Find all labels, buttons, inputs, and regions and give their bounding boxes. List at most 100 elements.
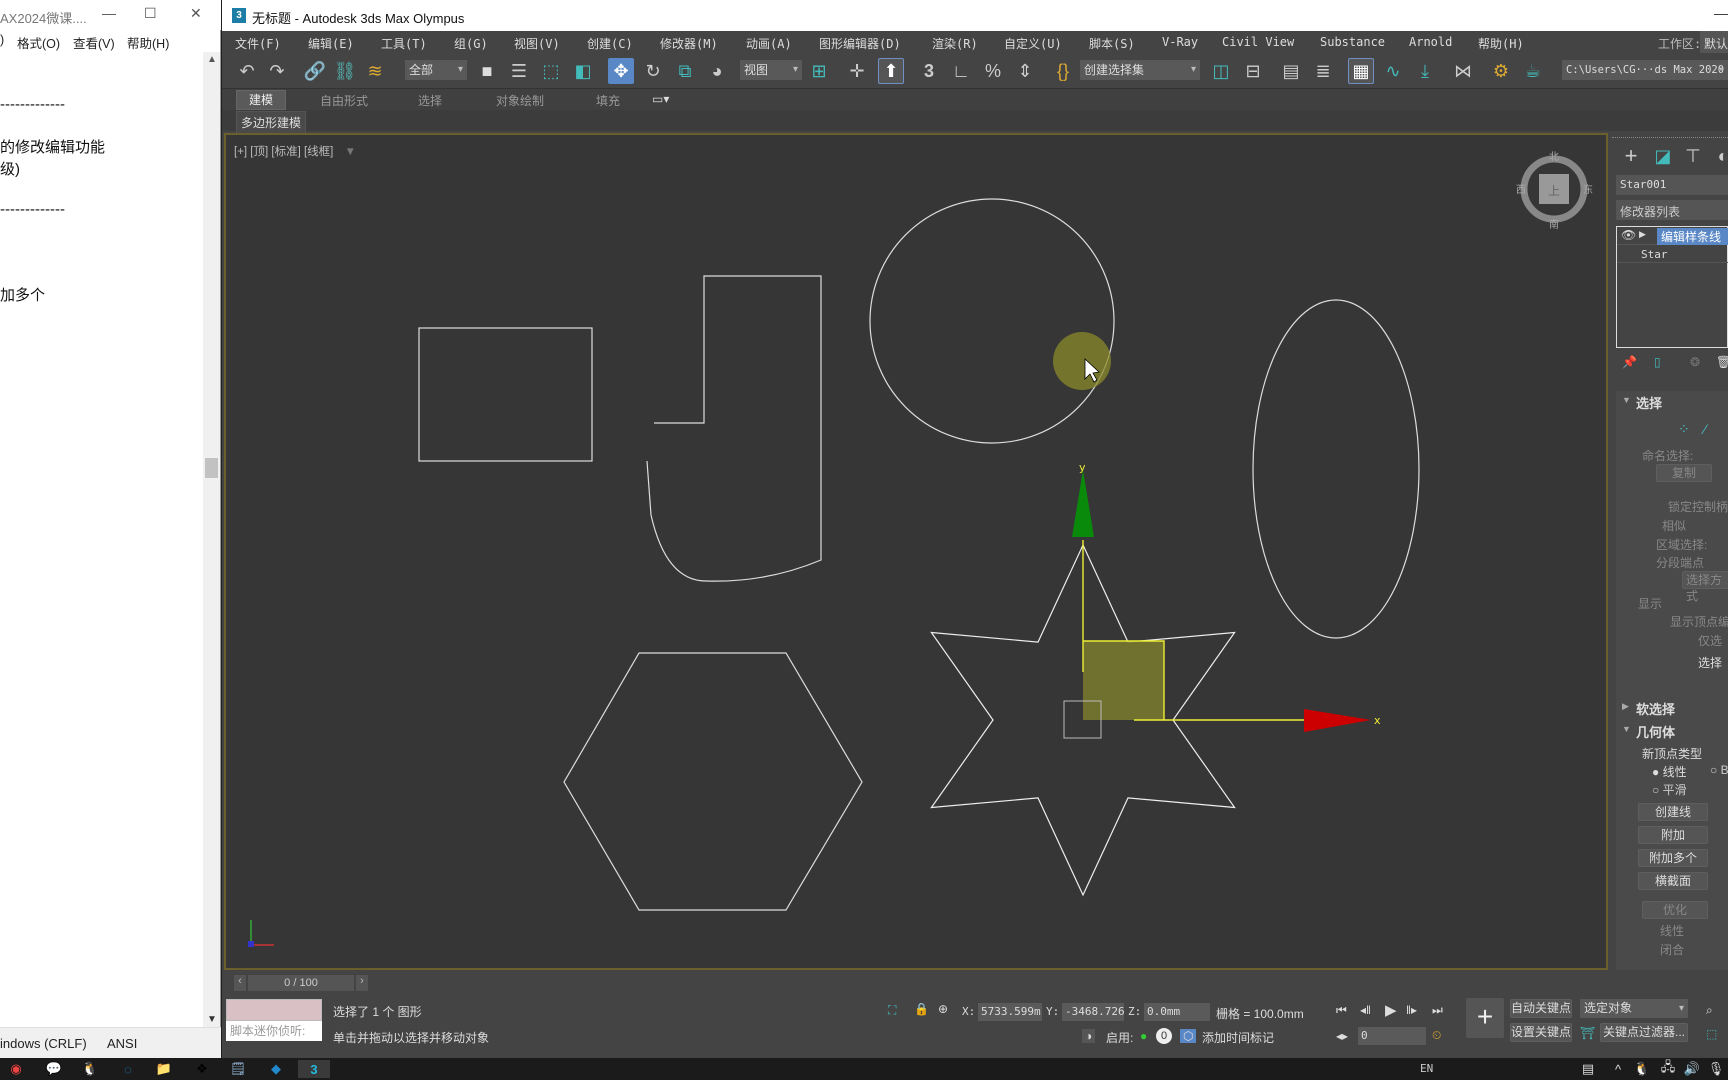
x-coordinate-field[interactable]: 5733.599m bbox=[978, 1003, 1042, 1021]
prev-key-icon[interactable]: ◂‖ bbox=[1360, 1003, 1371, 1017]
snaps-toggle-icon[interactable]: 3 bbox=[916, 58, 942, 84]
maxscript-listener[interactable] bbox=[226, 999, 322, 1021]
layer-explorer-icon[interactable]: ≣ bbox=[1310, 58, 1336, 84]
menu-edit[interactable]: ) bbox=[0, 33, 4, 47]
link-icon[interactable]: 🔗 bbox=[302, 58, 328, 84]
time-slider-thumb[interactable]: 0 / 100 bbox=[248, 975, 354, 991]
move-gizmo[interactable]: y x bbox=[1063, 461, 1381, 739]
menu-views[interactable]: 视图(V) bbox=[514, 35, 560, 52]
menu-create[interactable]: 创建(C) bbox=[587, 35, 633, 52]
hexagon-shape[interactable] bbox=[563, 652, 863, 911]
ribbon-options-icon[interactable]: ▭▾ bbox=[652, 92, 669, 106]
viewcube-east[interactable]: 东 bbox=[1583, 183, 1593, 196]
menu-format[interactable]: 格式(O) bbox=[17, 33, 60, 52]
vertex-mode-icon[interactable]: ⁘ bbox=[1678, 421, 1690, 438]
align-icon[interactable]: ⊟ bbox=[1240, 58, 1266, 84]
only-selected-checkbox[interactable]: 仅选 bbox=[1698, 632, 1722, 649]
isolate-selection-icon[interactable]: ⛶ bbox=[888, 1003, 896, 1018]
panel-grip[interactable] bbox=[1612, 137, 1728, 141]
key-mode-dropdown[interactable]: 选定对象 bbox=[1580, 999, 1688, 1018]
menu-animation[interactable]: 动画(A) bbox=[746, 35, 792, 52]
qq-tray-icon[interactable]: 🐧 bbox=[1630, 1060, 1654, 1078]
named-selection-dropdown[interactable]: 创建选择集 bbox=[1080, 60, 1200, 80]
curve-editor-icon[interactable]: ∿ bbox=[1380, 58, 1406, 84]
schematic-view-icon[interactable]: ⋈ bbox=[1450, 58, 1476, 84]
window-crossing-icon[interactable]: ◧ bbox=[570, 58, 596, 84]
collapse-arrow-icon[interactable]: ▼ bbox=[1622, 395, 1631, 405]
select-object-icon[interactable]: ■ bbox=[474, 58, 500, 84]
create-tab-icon[interactable]: + bbox=[1618, 143, 1644, 169]
gizmo-xy-plane[interactable] bbox=[1083, 641, 1164, 720]
maxscript-input[interactable]: 脚本迷你侦听: bbox=[226, 1021, 322, 1041]
menu-tools[interactable]: 工具(T) bbox=[381, 35, 427, 52]
percent-snap-icon[interactable]: % bbox=[980, 58, 1006, 84]
workspace-select[interactable]: 默认 bbox=[1700, 31, 1728, 53]
select-manipulate-icon[interactable]: ✛ bbox=[844, 58, 870, 84]
rendered-frame-window-icon[interactable]: ☕ bbox=[1520, 58, 1546, 84]
bezier-radio[interactable]: ○ B bbox=[1710, 763, 1728, 777]
select-and-place-icon[interactable]: ◕ bbox=[704, 58, 730, 84]
undo-icon[interactable]: ↶ bbox=[234, 58, 260, 84]
add-time-tag[interactable]: 添加时间标记 bbox=[1202, 1029, 1274, 1046]
linear-radio[interactable]: ● 线性 bbox=[1652, 763, 1687, 780]
show-hidden-icons[interactable]: ^ bbox=[1606, 1060, 1630, 1078]
menu-arnold[interactable]: Arnold bbox=[1409, 35, 1452, 49]
motion-tab-icon[interactable]: ◐ bbox=[1710, 143, 1728, 169]
viewport-top[interactable]: [+] [顶] [标准] [线框] ▼ y x 上 北 南 东 西 bbox=[224, 133, 1608, 970]
area-select-checkbox[interactable]: 区域选择: bbox=[1656, 536, 1707, 553]
unlink-icon[interactable]: ⛓ bbox=[332, 58, 358, 84]
menu-help[interactable]: 帮助(H) bbox=[1478, 35, 1524, 52]
volume-icon[interactable]: 🔊 bbox=[1680, 1060, 1704, 1078]
menu-edit[interactable]: 编辑(E) bbox=[308, 35, 354, 52]
modifier-list-dropdown[interactable]: 修改器列表 bbox=[1616, 200, 1728, 220]
remove-modifier-icon[interactable]: 🗑 bbox=[1716, 355, 1728, 369]
notepad-text-area[interactable]: ------------- 的修改编辑功能 级) ------------- 加… bbox=[0, 52, 202, 1017]
ribbon-tab-modeling[interactable]: 建模 bbox=[236, 90, 287, 110]
viewport-canvas[interactable]: y x 上 北 南 东 西 bbox=[226, 135, 1606, 968]
auto-key-button[interactable]: 自动关键点 bbox=[1510, 999, 1572, 1018]
scroll-up-icon[interactable]: ▲ bbox=[207, 54, 217, 65]
smooth-radio[interactable]: ○ 平滑 bbox=[1652, 781, 1687, 798]
menu-substance[interactable]: Substance bbox=[1320, 35, 1385, 49]
viewcube[interactable]: 上 北 南 东 西 bbox=[1516, 151, 1593, 231]
toggle-ribbon-icon[interactable]: ▦ bbox=[1348, 58, 1374, 84]
maximize-button[interactable]: ☐ bbox=[144, 5, 157, 22]
rect-selection-icon[interactable]: ⬚ bbox=[538, 58, 564, 84]
next-key-icon[interactable]: ‖▸ bbox=[1406, 1003, 1417, 1017]
rectangle-shape[interactable] bbox=[418, 327, 593, 462]
play-icon[interactable]: ▶ bbox=[1385, 1001, 1397, 1019]
zoom-icon[interactable]: ⌕ bbox=[1706, 1003, 1713, 1018]
menu-rendering[interactable]: 渲染(R) bbox=[932, 35, 978, 52]
refine-button[interactable]: 优化 bbox=[1642, 901, 1708, 919]
circle-shape[interactable] bbox=[869, 198, 1115, 444]
eye-icon[interactable]: 👁 bbox=[1621, 228, 1636, 242]
ribbon-tab-freeform[interactable]: 自由形式 bbox=[320, 92, 368, 109]
ribbon-tab-populate[interactable]: 填充 bbox=[596, 92, 620, 109]
mirror-icon[interactable]: ◫ bbox=[1208, 58, 1234, 84]
set-key-big-button[interactable]: + bbox=[1466, 998, 1504, 1038]
dope-sheet-icon[interactable]: ⤓ bbox=[1412, 58, 1438, 84]
current-frame-field[interactable]: 0 bbox=[1358, 1027, 1426, 1045]
polygon-modeling-panel[interactable]: 多边形建模 bbox=[236, 111, 307, 134]
keyboard-shortcut-override-icon[interactable]: ⬆ bbox=[878, 58, 904, 84]
segment-end-checkbox[interactable]: 分段端点 bbox=[1656, 554, 1704, 571]
set-key-button[interactable]: 设置关键点 bbox=[1510, 1023, 1572, 1042]
selection-filter-dropdown[interactable]: 全部 bbox=[405, 60, 467, 80]
select-by-button[interactable]: 选择方式 bbox=[1682, 571, 1728, 603]
menu-scripting[interactable]: 脚本(S) bbox=[1089, 35, 1135, 52]
menu-vray[interactable]: V-Ray bbox=[1162, 35, 1198, 49]
key-mode-icon[interactable]: ◂▸ bbox=[1336, 1029, 1348, 1043]
show-end-result-icon[interactable]: ▯ bbox=[1654, 355, 1661, 369]
select-and-rotate-icon[interactable]: ↻ bbox=[640, 58, 666, 84]
object-name-field[interactable]: Star001 bbox=[1616, 175, 1728, 195]
pivot-center-icon[interactable]: ⊞ bbox=[806, 58, 832, 84]
scroll-down-icon[interactable]: ▼ bbox=[207, 1014, 217, 1025]
menu-modifiers[interactable]: 修改器(M) bbox=[660, 35, 718, 52]
video-app-icon[interactable]: ◆ bbox=[264, 1060, 288, 1078]
news-icon[interactable]: ▤ bbox=[1576, 1060, 1600, 1078]
viewcube-south[interactable]: 南 bbox=[1549, 218, 1559, 231]
3dsmax-taskbar-icon[interactable]: 3 bbox=[298, 1060, 330, 1078]
render-setup-icon[interactable]: ⚙ bbox=[1488, 58, 1514, 84]
spinner-snap-icon[interactable]: ⇕ bbox=[1012, 58, 1038, 84]
notepad-icon[interactable]: 🗒 bbox=[226, 1060, 250, 1078]
